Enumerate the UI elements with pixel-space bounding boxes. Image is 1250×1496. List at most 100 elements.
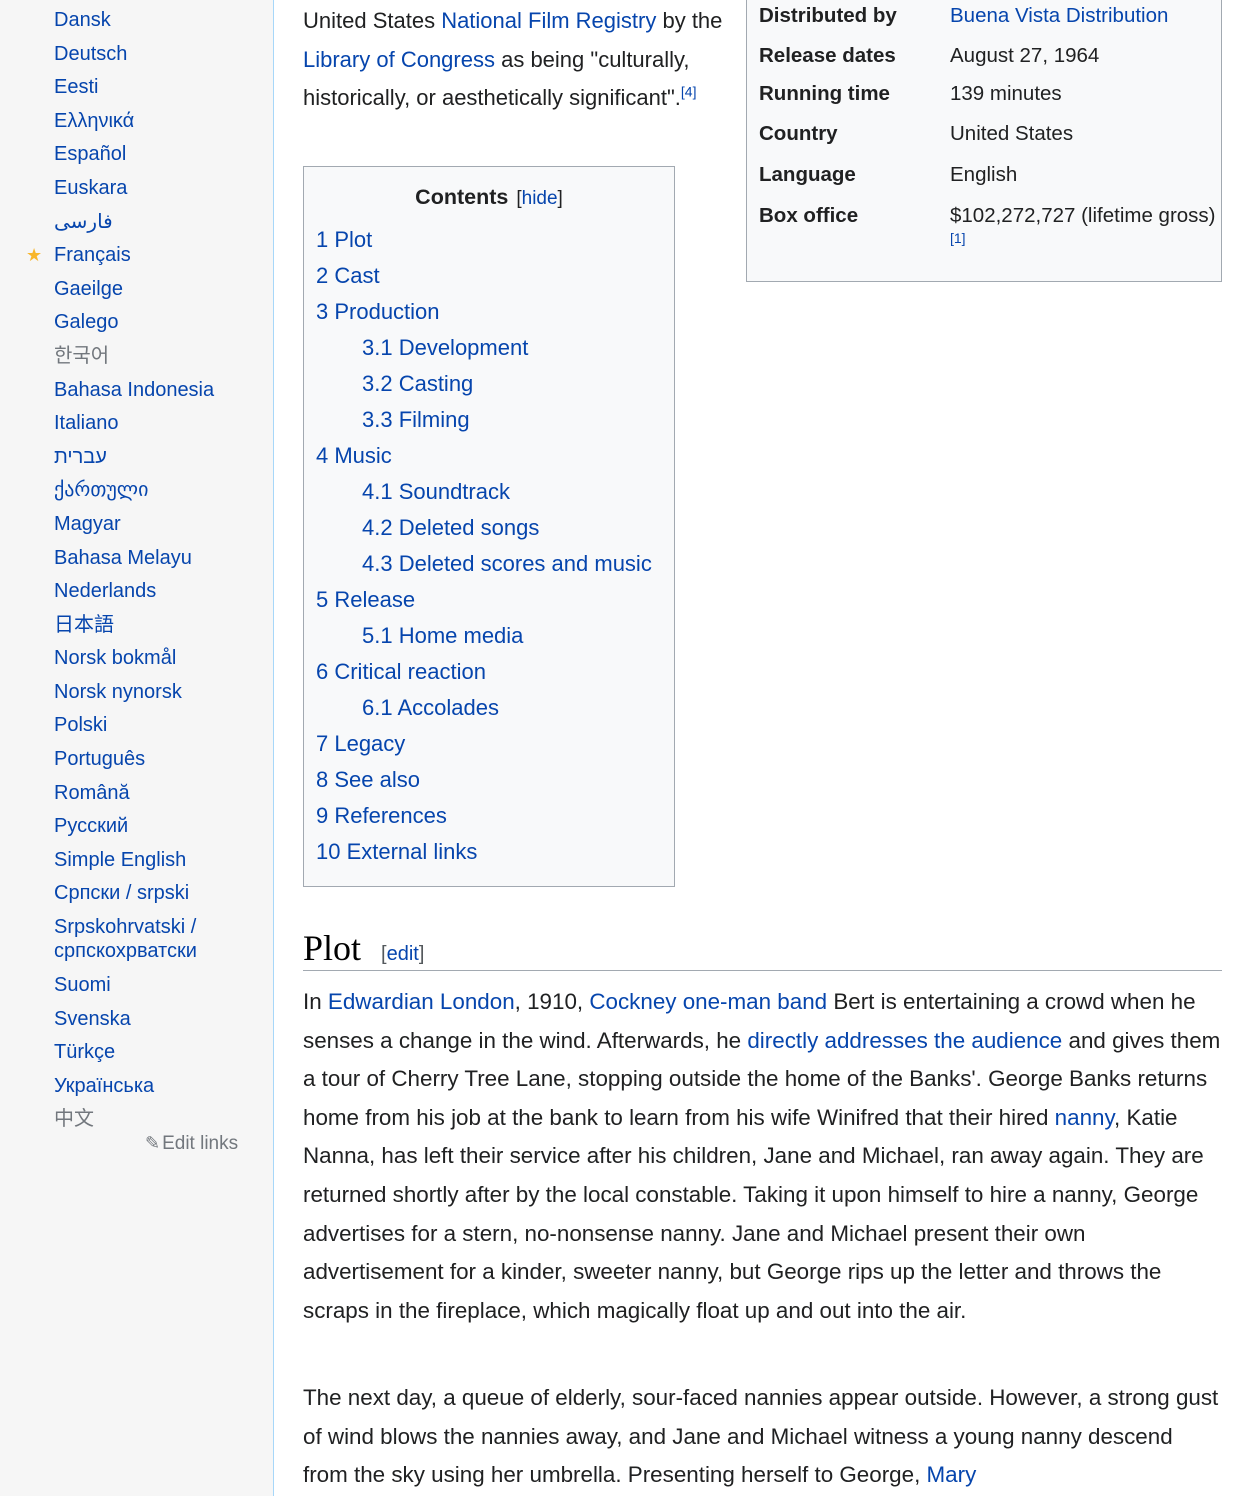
- library-of-congress-link[interactable]: Library of Congress: [303, 47, 495, 72]
- toc-link[interactable]: 9 References: [316, 803, 447, 828]
- toc-link[interactable]: 4.1 Soundtrack: [362, 479, 510, 504]
- infobox-row: Box office $102,272,727 (lifetime gross) […: [759, 201, 1219, 261]
- language-item: Dansk: [54, 4, 264, 38]
- language-item: Српски / srpski: [54, 877, 264, 911]
- language-link[interactable]: Svenska: [54, 1008, 131, 1030]
- toc-link[interactable]: 3 Production: [316, 299, 440, 324]
- toc-item: 3 Production: [316, 294, 652, 330]
- infobox-label: Running time: [759, 82, 890, 105]
- language-link[interactable]: 日本語: [54, 614, 114, 636]
- article-link[interactable]: Edwardian London: [328, 989, 515, 1014]
- infobox-value-text: $102,272,727 (lifetime gross): [950, 204, 1216, 227]
- language-item: ★ Français: [26, 239, 264, 273]
- reference-link[interactable]: [4]: [681, 84, 697, 100]
- language-item: Svenska: [54, 1003, 264, 1037]
- language-link[interactable]: Magyar: [54, 513, 121, 535]
- paragraph-text: , Katie Nanna, has left their service af…: [303, 1104, 1204, 1323]
- article-link[interactable]: directly addresses the audience: [747, 1028, 1062, 1053]
- language-link[interactable]: Srpskohrvatski / српскохрватски: [54, 916, 197, 962]
- toc-link[interactable]: 4.2 Deleted songs: [362, 515, 539, 540]
- infobox-row: Country United States: [759, 119, 1219, 160]
- language-link[interactable]: Simple English: [54, 849, 186, 871]
- language-link[interactable]: Deutsch: [54, 43, 127, 65]
- toc-link[interactable]: 6 Critical reaction: [316, 659, 486, 684]
- toc-link[interactable]: 5 Release: [316, 587, 415, 612]
- paragraph-text: In: [303, 989, 328, 1014]
- toc-link[interactable]: 1 Plot: [316, 227, 372, 252]
- language-link[interactable]: Ελληνικά: [54, 110, 134, 132]
- language-link[interactable]: Bahasa Melayu: [54, 547, 192, 569]
- language-link[interactable]: 한국어: [54, 345, 109, 367]
- reference-link[interactable]: [1]: [950, 230, 966, 246]
- language-link[interactable]: Português: [54, 748, 145, 770]
- language-item: ქართული: [54, 474, 264, 508]
- national-film-registry-link[interactable]: National Film Registry: [441, 8, 656, 33]
- toc-link[interactable]: 8 See also: [316, 767, 420, 792]
- infobox-value: English: [950, 160, 1219, 201]
- sidebar: Dansk Deutsch Eesti Ελληνικά Español Euskara ف…: [0, 0, 274, 1496]
- toc-link[interactable]: 2 Cast: [316, 263, 380, 288]
- language-item: 한국어: [54, 340, 264, 374]
- toc-link[interactable]: 3.2 Casting: [362, 371, 473, 396]
- infobox-row: Distributed by Buena Vista Distribution: [759, 1, 1219, 41]
- toc-link[interactable]: 3.3 Filming: [362, 407, 470, 432]
- language-link[interactable]: Suomi: [54, 974, 111, 996]
- language-link[interactable]: Dansk: [54, 9, 111, 31]
- language-link[interactable]: Română: [54, 782, 130, 804]
- language-link[interactable]: Nederlands: [54, 580, 156, 602]
- language-item: Türkçe: [54, 1036, 264, 1070]
- language-link[interactable]: Српски / srpski: [54, 882, 189, 904]
- language-link[interactable]: עברית: [54, 446, 107, 468]
- table-of-contents: Contents [hide] 1 Plot 2 Cast 3 Production 3…: [303, 166, 675, 887]
- language-link[interactable]: Polski: [54, 714, 107, 736]
- language-link[interactable]: ქართული: [54, 479, 148, 501]
- toc-link[interactable]: 7 Legacy: [316, 731, 405, 756]
- infobox-value-text: United States: [950, 122, 1074, 145]
- plot-edit-link[interactable]: edit: [387, 943, 419, 965]
- language-link[interactable]: Українська: [54, 1075, 154, 1097]
- intro-text: United States: [303, 8, 442, 33]
- language-item: Bahasa Indonesia: [54, 374, 264, 408]
- language-link[interactable]: Türkçe: [54, 1041, 115, 1063]
- language-link[interactable]: Norsk nynorsk: [54, 681, 182, 703]
- plot-paragraph-1: In Edwardian London, 1910, Cockney one-m…: [303, 983, 1223, 1330]
- language-link[interactable]: Norsk bokmål: [54, 647, 176, 669]
- toc-link[interactable]: 6.1 Accolades: [362, 695, 499, 720]
- language-link[interactable]: Français: [54, 244, 131, 266]
- language-item: Gaeilge: [54, 273, 264, 307]
- toc-link[interactable]: 3.1 Development: [362, 335, 528, 360]
- toc-item: 10 External links: [316, 834, 652, 870]
- language-link[interactable]: Italiano: [54, 412, 119, 434]
- language-link[interactable]: Русский: [54, 815, 128, 837]
- toc-hide-link[interactable]: hide: [522, 188, 558, 209]
- toc-item: 8 See also: [316, 762, 652, 798]
- toc-link[interactable]: 5.1 Home media: [362, 623, 523, 648]
- language-link[interactable]: Galego: [54, 311, 119, 333]
- language-item: Nederlands: [54, 575, 264, 609]
- article-link[interactable]: Cockney one-man band: [589, 989, 827, 1014]
- edit-links-button[interactable]: ✎ Edit links: [145, 1133, 238, 1155]
- toc-link[interactable]: 4 Music: [316, 443, 392, 468]
- toc-item: 4 Music: [316, 438, 652, 474]
- infobox-value: August 27, 1964: [950, 41, 1219, 79]
- language-link[interactable]: Español: [54, 143, 126, 165]
- infobox-value-link[interactable]: Buena Vista Distribution: [950, 4, 1168, 27]
- paragraph-text: The next day, a queue of elderly, sour-f…: [303, 1385, 1219, 1488]
- toc-link[interactable]: 4.3 Deleted scores and music: [362, 551, 652, 576]
- toc-item: 4.3 Deleted scores and music: [316, 546, 652, 582]
- language-link[interactable]: 中文: [54, 1108, 94, 1130]
- infobox-label: Box office: [759, 204, 859, 227]
- article-link[interactable]: Mary: [927, 1462, 977, 1487]
- language-item: Deutsch: [54, 38, 264, 72]
- article-link[interactable]: nanny: [1055, 1105, 1114, 1130]
- language-link[interactable]: Euskara: [54, 177, 127, 199]
- language-link[interactable]: Eesti: [54, 76, 98, 98]
- language-link[interactable]: Gaeilge: [54, 278, 123, 300]
- language-link[interactable]: فارسی: [54, 211, 113, 233]
- toc-title: Contents: [415, 185, 509, 209]
- language-item: Galego: [54, 306, 264, 340]
- language-item: עברית: [54, 441, 264, 475]
- toc-link[interactable]: 10 External links: [316, 839, 477, 864]
- language-link[interactable]: Bahasa Indonesia: [54, 379, 214, 401]
- toc-item: 7 Legacy: [316, 726, 652, 762]
